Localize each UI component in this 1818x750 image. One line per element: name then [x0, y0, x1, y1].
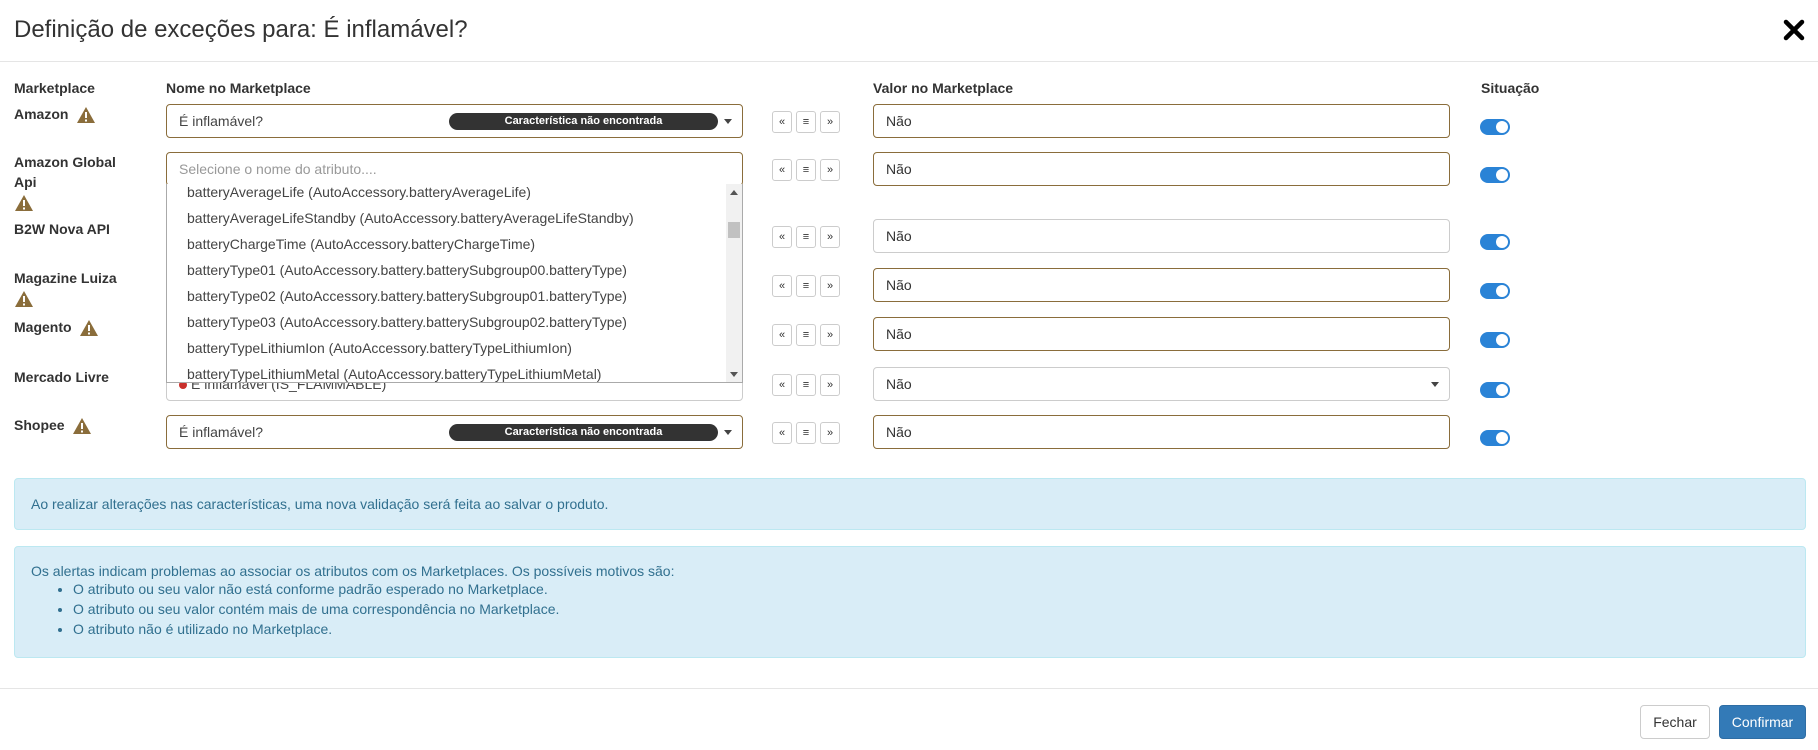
- status-toggle[interactable]: [1480, 332, 1510, 348]
- dropdown-option[interactable]: batteryTypeLithiumMetal (AutoAccessory.b…: [187, 366, 601, 382]
- copy-right-button[interactable]: »: [820, 226, 840, 248]
- center-button[interactable]: ≡: [796, 275, 816, 297]
- marketplace-label: Mercado Livre: [14, 369, 109, 385]
- value-input[interactable]: Não: [873, 415, 1450, 449]
- dropdown-scrollbar[interactable]: [726, 184, 742, 382]
- close-button[interactable]: Fechar: [1640, 705, 1710, 739]
- attribute-dropdown-list: batteryAverageLife (AutoAccessory.batter…: [166, 184, 743, 383]
- list-item: O atributo ou seu valor contém mais de u…: [73, 599, 1789, 619]
- attribute-search-input[interactable]: Selecione o nome do atributo....: [166, 152, 743, 186]
- header-value: Valor no Marketplace: [873, 80, 1014, 96]
- center-button[interactable]: ≡: [796, 324, 816, 346]
- footer-divider: [0, 688, 1818, 689]
- warning-icon: [77, 107, 96, 124]
- not-found-badge: Característica não encontrada: [449, 113, 718, 130]
- copy-buttons: « ≡ »: [772, 422, 842, 444]
- marketplace-label: Magazine Luiza: [14, 268, 117, 308]
- center-button[interactable]: ≡: [796, 111, 816, 133]
- dropdown-option[interactable]: batteryAverageLife (AutoAccessory.batter…: [187, 184, 531, 200]
- status-toggle[interactable]: [1480, 234, 1510, 250]
- dropdown-option[interactable]: batteryType03 (AutoAccessory.battery.bat…: [187, 314, 627, 330]
- copy-buttons: « ≡ »: [772, 111, 842, 133]
- confirm-button[interactable]: Confirmar: [1719, 705, 1806, 739]
- marketplace-label: Amazon: [14, 104, 96, 124]
- attribute-select[interactable]: É inflamável? Característica não encontr…: [166, 104, 743, 138]
- attribute-select[interactable]: É inflamável? Característica não encontr…: [166, 415, 743, 449]
- center-button[interactable]: ≡: [796, 422, 816, 444]
- copy-left-button[interactable]: «: [772, 226, 792, 248]
- chevron-down-icon: [724, 119, 732, 124]
- chevron-down-icon: [1431, 382, 1439, 387]
- scrollbar-thumb[interactable]: [728, 222, 740, 238]
- reasons-list: O atributo ou seu valor não está conform…: [31, 579, 1789, 639]
- dropdown-option[interactable]: batteryAverageLifeStandby (AutoAccessory…: [187, 210, 634, 226]
- info-alert-reasons: Os alertas indicam problemas ao associar…: [14, 546, 1806, 658]
- copy-buttons: « ≡ »: [772, 275, 842, 297]
- dropdown-option[interactable]: batteryType02 (AutoAccessory.battery.bat…: [187, 288, 627, 304]
- copy-right-button[interactable]: »: [820, 111, 840, 133]
- value-input[interactable]: Não: [873, 152, 1450, 186]
- scroll-down-icon[interactable]: [730, 372, 738, 377]
- header-name: Nome no Marketplace: [166, 80, 311, 96]
- copy-buttons: « ≡ »: [772, 226, 842, 248]
- marketplace-label: Amazon Global Api: [14, 152, 124, 212]
- close-icon[interactable]: [1782, 18, 1806, 42]
- copy-left-button[interactable]: «: [772, 275, 792, 297]
- marketplace-label: B2W Nova API: [14, 221, 110, 237]
- status-toggle[interactable]: [1480, 283, 1510, 299]
- center-button[interactable]: ≡: [796, 159, 816, 181]
- copy-right-button[interactable]: »: [820, 159, 840, 181]
- marketplace-label: Magento: [14, 317, 99, 337]
- row-shopee: Shopee É inflamável? Característica não …: [0, 413, 1818, 461]
- warning-icon: [15, 291, 33, 307]
- copy-right-button[interactable]: »: [820, 422, 840, 444]
- modal-title: Definição de exceções para: É inflamável…: [14, 16, 468, 43]
- chevron-down-icon: [724, 430, 732, 435]
- center-button[interactable]: ≡: [796, 374, 816, 396]
- center-button[interactable]: ≡: [796, 226, 816, 248]
- row-amazon: Amazon É inflamável? Característica não …: [0, 102, 1818, 150]
- header-marketplace: Marketplace: [14, 80, 95, 96]
- copy-buttons: « ≡ »: [772, 159, 842, 181]
- copy-right-button[interactable]: »: [820, 374, 840, 396]
- status-toggle[interactable]: [1480, 167, 1510, 183]
- copy-right-button[interactable]: »: [820, 324, 840, 346]
- modal-header: Definição de exceções para: É inflamável…: [0, 0, 1818, 62]
- copy-left-button[interactable]: «: [772, 111, 792, 133]
- copy-right-button[interactable]: »: [820, 275, 840, 297]
- not-found-badge: Característica não encontrada: [449, 424, 718, 441]
- scroll-up-icon[interactable]: [730, 190, 738, 195]
- copy-left-button[interactable]: «: [772, 374, 792, 396]
- value-select[interactable]: Não: [873, 367, 1450, 401]
- copy-left-button[interactable]: «: [772, 422, 792, 444]
- value-input[interactable]: Não: [873, 219, 1450, 253]
- info-alert-validation: Ao realizar alterações nas característic…: [14, 478, 1806, 530]
- copy-buttons: « ≡ »: [772, 374, 842, 396]
- value-input[interactable]: Não: [873, 104, 1450, 138]
- header-status: Situação: [1481, 80, 1540, 96]
- marketplace-label: Shopee: [14, 415, 92, 435]
- status-toggle[interactable]: [1480, 119, 1510, 135]
- list-item: O atributo ou seu valor não está conform…: [73, 579, 1789, 599]
- value-input[interactable]: Não: [873, 317, 1450, 351]
- value-input[interactable]: Não: [873, 268, 1450, 302]
- dropdown-option[interactable]: batteryChargeTime (AutoAccessory.battery…: [187, 236, 535, 252]
- copy-left-button[interactable]: «: [772, 159, 792, 181]
- dropdown-option[interactable]: batteryTypeLithiumIon (AutoAccessory.bat…: [187, 340, 572, 356]
- status-toggle[interactable]: [1480, 382, 1510, 398]
- copy-buttons: « ≡ »: [772, 324, 842, 346]
- warning-icon: [15, 195, 33, 211]
- copy-left-button[interactable]: «: [772, 324, 792, 346]
- dropdown-option[interactable]: batteryType01 (AutoAccessory.battery.bat…: [187, 262, 627, 278]
- warning-icon: [73, 418, 92, 435]
- warning-icon: [80, 320, 99, 337]
- list-item: O atributo não é utilizado no Marketplac…: [73, 619, 1789, 639]
- status-toggle[interactable]: [1480, 430, 1510, 446]
